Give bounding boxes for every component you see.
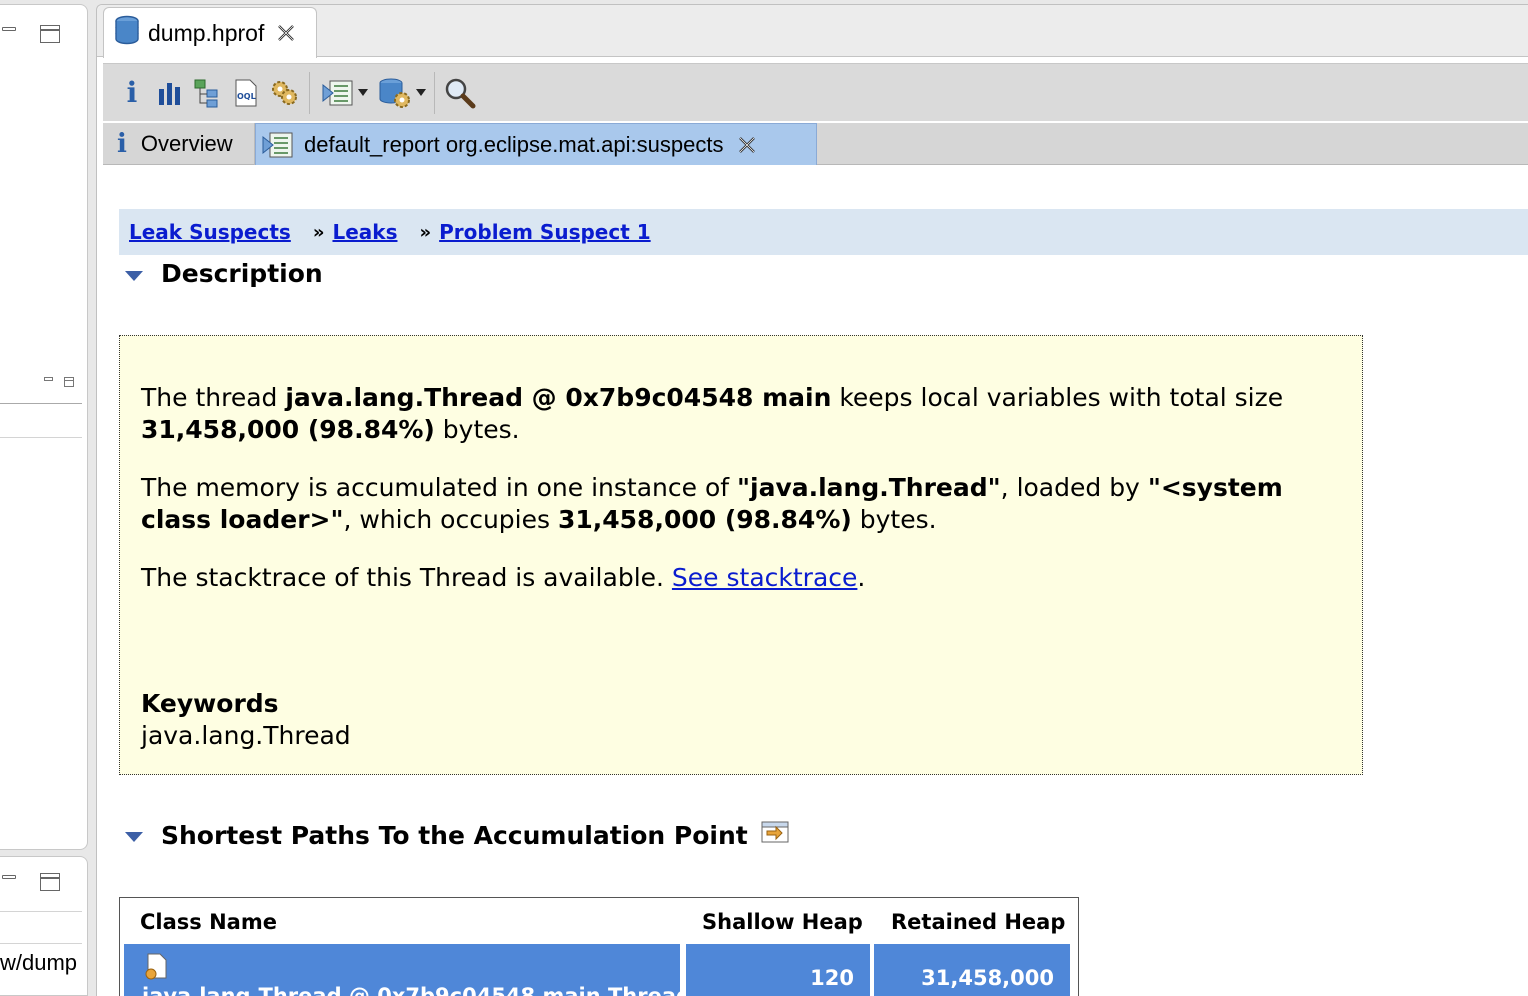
dominator-tree-icon[interactable] <box>189 73 227 113</box>
file-path-text: w/dump <box>0 950 78 975</box>
description-paragraph: The stacktrace of this Thread is availab… <box>141 562 1342 594</box>
tab-overview-label: Overview <box>140 131 233 156</box>
editor-tab-dump-hprof[interactable]: dump.hprof <box>103 7 317 58</box>
paths-table: Class Name Shallow Heap Retained Heap ja… <box>119 897 1079 996</box>
editor-tab-bar: dump.hprof <box>97 5 1528 58</box>
minimize-view-icon[interactable] <box>2 27 16 31</box>
reports-icon <box>322 80 353 105</box>
breadcrumb: Leak Suspects » Leaks » Problem Suspect … <box>119 209 1528 255</box>
query-browser-dropdown[interactable] <box>372 73 428 113</box>
report-content: Leak Suspects » Leaks » Problem Suspect … <box>97 165 1528 996</box>
breadcrumb-link-problem-suspect[interactable]: Problem Suspect 1 <box>439 220 651 244</box>
tab-overview[interactable]: i Overview <box>103 123 255 165</box>
chevron-down-icon <box>358 89 368 96</box>
thread-overview-icon[interactable] <box>265 73 303 113</box>
text: The thread <box>141 383 286 412</box>
text: , loaded by <box>1000 473 1148 502</box>
description-paragraph: The thread java.lang.Thread @ 0x7b9c0454… <box>141 382 1342 446</box>
maximize-view-icon[interactable] <box>40 25 60 43</box>
see-stacktrace-link[interactable]: See stacktrace <box>672 563 857 592</box>
left-view-panel <box>0 4 88 850</box>
class-name-cell: java.lang.Thread @ 0x7b9c04548 main Thre… <box>142 984 692 996</box>
chevron-down-icon <box>416 89 426 96</box>
size-value: 31,458,000 (98.84%) <box>141 415 435 444</box>
breadcrumb-link-leaks[interactable]: Leaks <box>332 220 397 244</box>
divider <box>0 943 82 944</box>
breadcrumb-separator: » <box>312 221 325 243</box>
description-heading: Description <box>161 259 323 288</box>
class-name: "java.lang.Thread" <box>736 473 1001 502</box>
collapse-triangle-icon[interactable] <box>125 270 143 281</box>
open-in-view-icon[interactable] <box>760 819 790 851</box>
text: . <box>857 563 866 592</box>
table-row-cell-shallow[interactable]: 120 <box>686 944 870 996</box>
tab-default-report[interactable]: default_report org.eclipse.mat.api:suspe… <box>255 123 817 165</box>
minimize-view-icon[interactable] <box>2 875 16 879</box>
maximize-subview-icon[interactable] <box>64 377 74 387</box>
oql-icon[interactable]: OQL <box>227 73 265 113</box>
column-header-shallow-heap[interactable]: Shallow Heap <box>702 910 863 934</box>
editor-toolbar: i OQL <box>103 63 1528 121</box>
paths-section-header[interactable]: Shortest Paths To the Accumulation Point <box>125 819 790 851</box>
table-row-cell-class[interactable]: java.lang.Thread @ 0x7b9c04548 main Thre… <box>124 944 691 996</box>
close-tab-icon[interactable] <box>737 135 757 155</box>
divider <box>0 437 82 438</box>
reports-dropdown[interactable] <box>316 73 372 113</box>
info-icon: i <box>117 129 127 159</box>
description-box: The thread java.lang.Thread @ 0x7b9c0454… <box>119 335 1363 775</box>
close-tab-icon[interactable] <box>276 23 296 43</box>
text: keeps local variables with total size <box>831 383 1284 412</box>
info-icon[interactable]: i <box>113 73 151 113</box>
toolbar-separator <box>309 71 310 114</box>
heap-dump-icon <box>114 15 140 51</box>
divider <box>0 911 82 912</box>
description-paragraph: The memory is accumulated in one instanc… <box>141 472 1342 536</box>
text: , which occupies <box>343 505 558 534</box>
query-browser-icon <box>379 78 410 108</box>
column-header-retained-heap[interactable]: Retained Heap <box>891 910 1065 934</box>
tab-default-report-label: default_report org.eclipse.mat.api:suspe… <box>304 131 724 157</box>
svg-text:OQL: OQL <box>237 92 256 101</box>
keywords-value: java.lang.Thread <box>141 721 351 750</box>
thread-object-icon <box>145 953 167 980</box>
size-value: 31,458,000 (98.84%) <box>557 505 852 534</box>
report-icon <box>262 132 293 157</box>
shallow-heap-cell: 120 <box>810 966 854 990</box>
editor-area: dump.hprof i OQL i Overview default_repo… <box>96 4 1528 996</box>
keywords-title: Keywords <box>141 689 279 718</box>
paths-heading: Shortest Paths To the Accumulation Point <box>161 820 748 850</box>
text: bytes. <box>434 415 520 444</box>
collapse-triangle-icon[interactable] <box>125 832 143 842</box>
thread-name: java.lang.Thread @ 0x7b9c04548 main <box>285 383 832 412</box>
column-header-class-name[interactable]: Class Name <box>140 910 277 934</box>
search-icon[interactable] <box>441 73 479 113</box>
text: The memory is accumulated in one instanc… <box>141 473 737 502</box>
histogram-icon[interactable] <box>151 73 189 113</box>
retained-heap-cell: 31,458,000 <box>921 966 1054 990</box>
table-row-cell-retained[interactable]: 31,458,000 <box>874 944 1070 996</box>
editor-tab-label: dump.hprof <box>148 19 265 46</box>
minimize-subview-icon[interactable] <box>44 377 53 381</box>
maximize-view-icon[interactable] <box>40 873 60 891</box>
text: The stacktrace of this Thread is availab… <box>141 563 672 592</box>
divider <box>0 403 82 404</box>
breadcrumb-link-leak-suspects[interactable]: Leak Suspects <box>129 220 291 244</box>
text: bytes. <box>851 505 937 534</box>
report-tab-bar: i Overview default_report org.eclipse.ma… <box>103 123 1528 165</box>
description-section-header[interactable]: Description <box>125 259 323 288</box>
breadcrumb-separator: » <box>419 221 432 243</box>
toolbar-separator <box>434 71 435 114</box>
